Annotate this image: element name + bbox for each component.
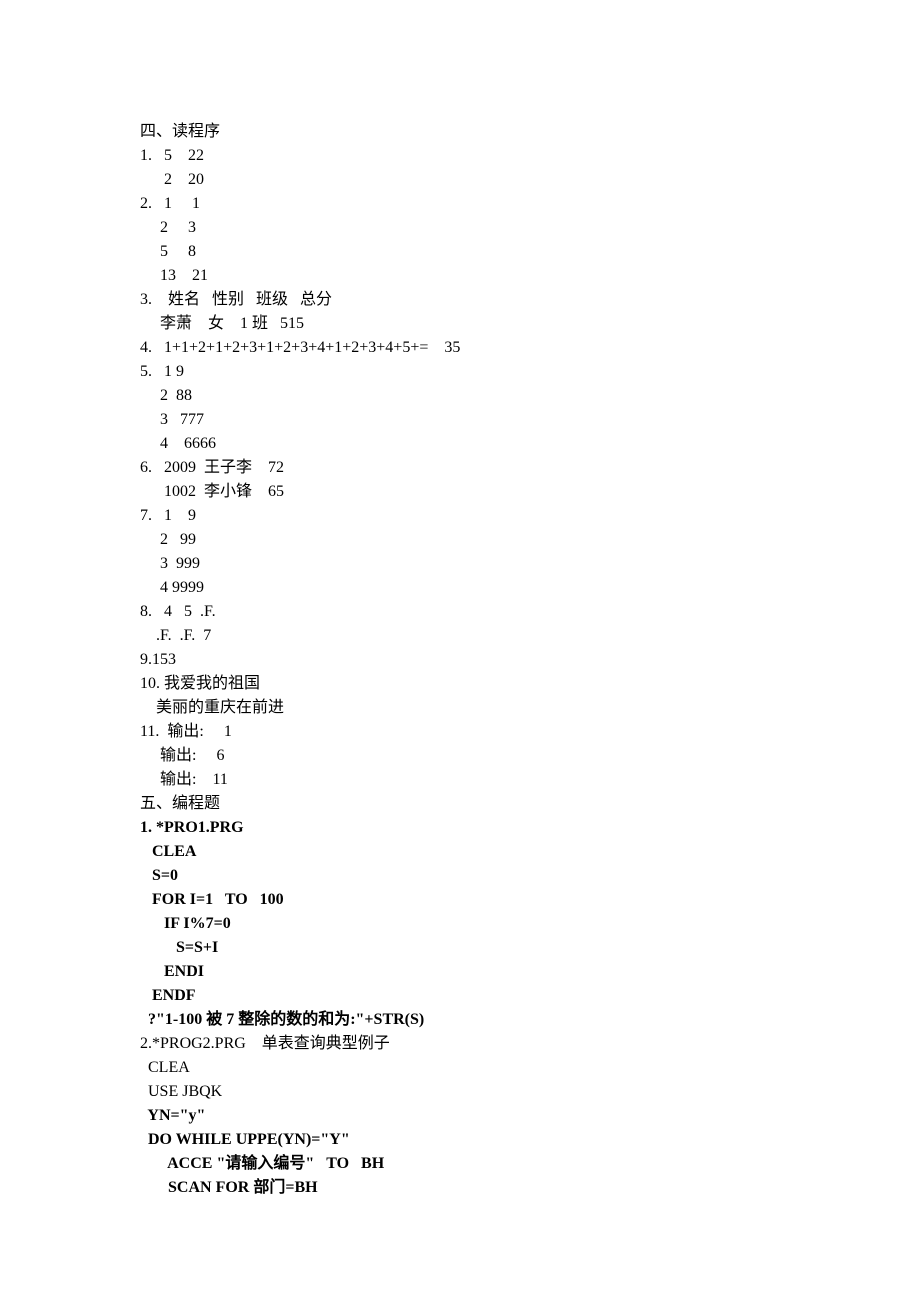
text-line: 5 8: [140, 240, 780, 264]
text-line: 2. 1 1: [140, 192, 780, 216]
text-line: 6. 2009 王子李 72: [140, 456, 780, 480]
text-line: 美丽的重庆在前进: [140, 696, 780, 720]
text-line: 9.153: [140, 648, 780, 672]
text-line: 4 9999: [140, 576, 780, 600]
text-line: 输出: 6: [140, 744, 780, 768]
text-line: 李萧 女 1 班 515: [140, 312, 780, 336]
text-line: 4 6666: [140, 432, 780, 456]
text-line: 2 99: [140, 528, 780, 552]
text-line: SCAN FOR 部门=BH: [140, 1176, 780, 1200]
text-line: 2 20: [140, 168, 780, 192]
text-line: 1. 5 22: [140, 144, 780, 168]
text-line: .F. .F. 7: [140, 624, 780, 648]
text-line: YN="y": [140, 1104, 780, 1128]
text-line: FOR I=1 TO 100: [140, 888, 780, 912]
text-line: ENDI: [140, 960, 780, 984]
text-line: 10. 我爱我的祖国: [140, 672, 780, 696]
text-line: 1. *PRO1.PRG: [140, 816, 780, 840]
text-line: 四、读程序: [140, 120, 780, 144]
text-line: ACCE "请输入编号" TO BH: [140, 1152, 780, 1176]
text-line: 1002 李小锋 65: [140, 480, 780, 504]
text-line: DO WHILE UPPE(YN)="Y": [140, 1128, 780, 1152]
text-line: 2 3: [140, 216, 780, 240]
document-page: 四、读程序1. 5 22 2 202. 1 1 2 3 5 8 13 213. …: [0, 0, 920, 1302]
text-line: 11. 输出: 1: [140, 720, 780, 744]
text-line: ENDF: [140, 984, 780, 1008]
text-line: 2 88: [140, 384, 780, 408]
text-line: 3 777: [140, 408, 780, 432]
text-line: 5. 1 9: [140, 360, 780, 384]
text-line: ?"1-100 被 7 整除的数的和为:"+STR(S): [140, 1008, 780, 1032]
text-line: 2.*PROG2.PRG 单表查询典型例子: [140, 1032, 780, 1056]
text-line: 输出: 11: [140, 768, 780, 792]
text-line: USE JBQK: [140, 1080, 780, 1104]
text-line: 3 999: [140, 552, 780, 576]
text-line: 13 21: [140, 264, 780, 288]
text-line: CLEA: [140, 840, 780, 864]
text-line: 7. 1 9: [140, 504, 780, 528]
text-line: 4. 1+1+2+1+2+3+1+2+3+4+1+2+3+4+5+= 35: [140, 336, 780, 360]
text-line: S=S+I: [140, 936, 780, 960]
text-line: S=0: [140, 864, 780, 888]
text-line: IF I%7=0: [140, 912, 780, 936]
text-line: 3. 姓名 性别 班级 总分: [140, 288, 780, 312]
text-line: CLEA: [140, 1056, 780, 1080]
text-line: 8. 4 5 .F.: [140, 600, 780, 624]
text-line: 五、编程题: [140, 792, 780, 816]
